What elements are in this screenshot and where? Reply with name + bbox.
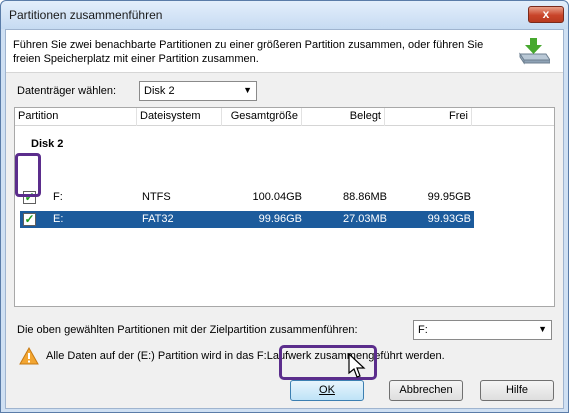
mouse-cursor-icon [348,353,366,378]
partition-list: Partition Dateisystem Gesamtgröße Belegt… [14,107,555,307]
warning-icon [19,347,39,365]
ok-button-label: OK [319,384,335,396]
disk-select-label: Datenträger wählen: [17,85,117,97]
disk-dropdown[interactable]: Disk 2 ▼ [139,81,257,101]
cell-used: 88.86MB [342,191,387,203]
row-checkbox[interactable]: ✓ [23,213,36,226]
table-row-selected[interactable]: ✓ E: FAT32 99.96GB 27.03MB 99.93GB [20,211,474,228]
cell-filesystem: FAT32 [142,213,174,225]
cell-partition: F: [53,191,63,203]
disk-merge-icon [519,38,550,65]
checkbox-highlight-annotation [15,153,41,197]
cell-free: 99.93GB [427,213,471,225]
column-total-size[interactable]: Gesamtgröße [222,108,302,126]
chevron-down-icon: ▼ [243,85,252,95]
cancel-button[interactable]: Abbrechen [389,380,463,401]
ok-button[interactable]: OK [290,380,364,401]
column-free[interactable]: Frei [385,108,472,126]
warning-text: Alle Daten auf der (E:) Partition wird i… [46,350,445,362]
cell-free: 99.95GB [427,191,471,203]
header-panel: Führen Sie zwei benachbarte Partitionen … [6,30,563,73]
disk-group-label: Disk 2 [31,138,64,150]
target-partition-dropdown[interactable]: F: ▼ [413,320,552,340]
cancel-button-label: Abbrechen [399,384,453,396]
cell-total: 99.96GB [258,213,302,225]
close-button[interactable]: x [528,6,564,23]
cell-partition: E: [53,213,64,225]
table-row[interactable]: ✓ F: NTFS 100.04GB 88.86MB 99.95GB [20,189,474,206]
merge-partitions-dialog: Partitionen zusammenführen x Führen Sie … [0,0,569,413]
disk-dropdown-value: Disk 2 [144,85,175,97]
cell-total: 100.04GB [252,191,302,203]
cell-filesystem: NTFS [142,191,171,203]
merge-target-label: Die oben gewählten Partitionen mit der Z… [17,324,358,336]
help-button[interactable]: Hilfe [480,380,554,401]
cell-used: 27.03MB [342,213,387,225]
column-filesystem[interactable]: Dateisystem [137,108,222,126]
list-header: Partition Dateisystem Gesamtgröße Belegt… [15,108,554,126]
header-description: Führen Sie zwei benachbarte Partitionen … [13,39,484,65]
target-partition-value: F: [418,324,428,336]
column-partition[interactable]: Partition [15,108,137,126]
title-bar: Partitionen zusammenführen x [1,1,568,29]
help-button-label: Hilfe [505,384,528,396]
window-title: Partitionen zusammenführen [9,8,163,22]
column-used[interactable]: Belegt [302,108,385,126]
chevron-down-icon: ▼ [538,324,547,334]
